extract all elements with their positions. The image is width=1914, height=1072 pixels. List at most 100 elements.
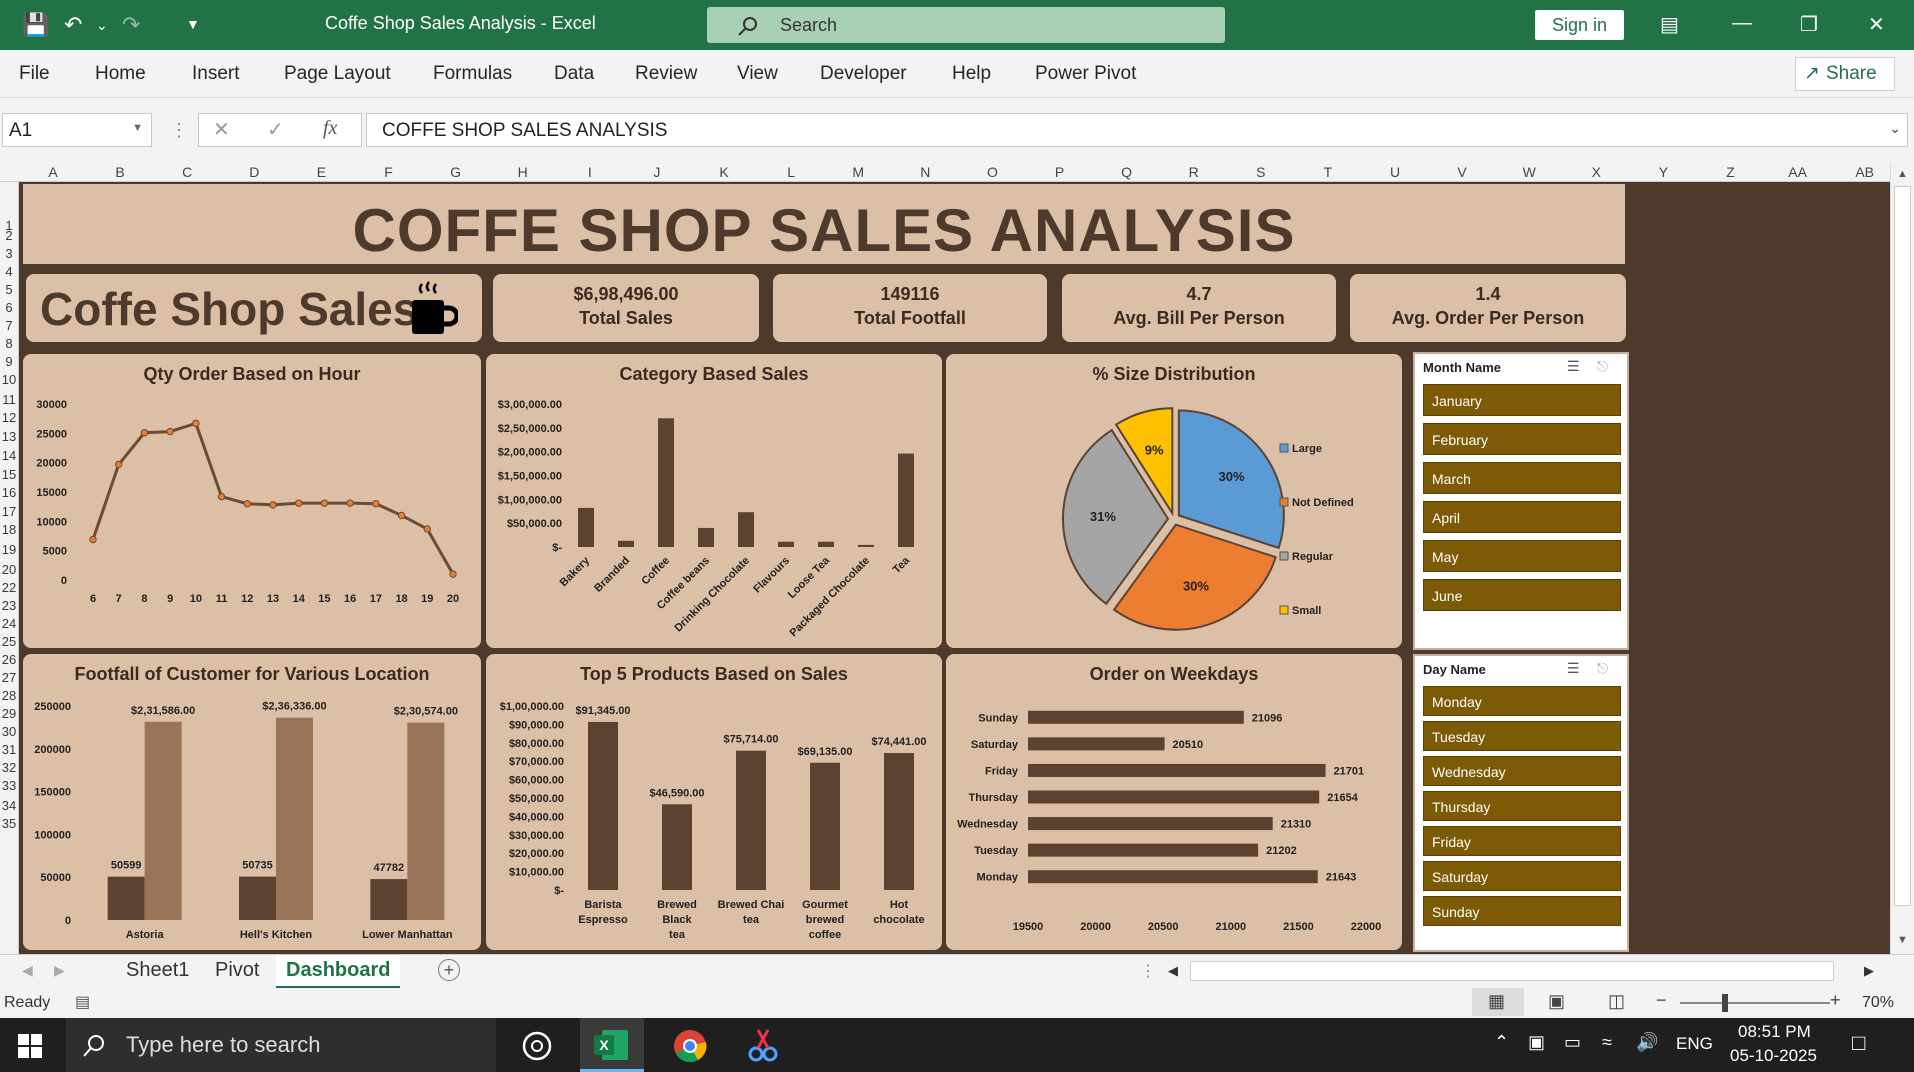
row-header-17[interactable]: 17 — [0, 504, 18, 519]
column-header-u[interactable]: U — [1365, 164, 1425, 180]
tab-sheet1[interactable]: Sheet1 — [126, 959, 189, 982]
tab-scroll-right-icon[interactable]: ▶ — [54, 962, 65, 979]
row-header-20[interactable]: 20 — [0, 562, 18, 577]
row-header-4[interactable]: 4 — [0, 264, 18, 279]
vertical-scrollbar[interactable]: ▲ ▼ — [1890, 162, 1914, 954]
volume-icon[interactable]: 🔊 — [1636, 1032, 1658, 1053]
name-box[interactable]: A1 ▼ — [2, 113, 152, 147]
column-header-n[interactable]: N — [895, 164, 955, 180]
menu-data[interactable]: Data — [554, 63, 594, 85]
row-header-5[interactable]: 5 — [0, 282, 18, 297]
save-icon[interactable]: 💾 — [22, 12, 49, 38]
row-header-30[interactable]: 30 — [0, 724, 18, 739]
search-box[interactable]: Search — [707, 7, 1225, 43]
slicer-item-june[interactable]: June — [1423, 579, 1621, 611]
menu-insert[interactable]: Insert — [192, 63, 240, 85]
column-header-h[interactable]: H — [493, 164, 553, 180]
column-header-t[interactable]: T — [1298, 164, 1358, 180]
column-header-s[interactable]: S — [1231, 164, 1291, 180]
accessibility-icon[interactable]: ▤ — [75, 992, 90, 1012]
row-header-7[interactable]: 7 — [0, 318, 18, 333]
clock-date[interactable]: 05-10-2025 — [1730, 1046, 1817, 1066]
column-header-e[interactable]: E — [291, 164, 351, 180]
multi-select-icon[interactable]: ☰ — [1567, 358, 1580, 375]
tab-pivot[interactable]: Pivot — [215, 959, 259, 982]
chrome-icon[interactable] — [672, 1028, 708, 1064]
restore-icon[interactable]: ❐ — [1800, 12, 1818, 37]
insert-function-icon[interactable]: fx — [323, 117, 337, 140]
page-break-icon[interactable]: ◫ — [1608, 991, 1625, 1012]
enter-icon[interactable]: ✓ — [267, 117, 284, 142]
excel-taskbar-button[interactable]: X — [580, 1018, 644, 1072]
chart-card-category[interactable]: Category Based Sales $3,00,000.00 $2,50,0… — [484, 352, 944, 650]
notifications-icon[interactable]: □ — [1852, 1030, 1865, 1056]
chart-card-size[interactable]: % Size Distribution 30% 30% 31% 9% Large Not … — [944, 352, 1404, 650]
column-header-g[interactable]: G — [426, 164, 486, 180]
zoom-level[interactable]: 70% — [1862, 994, 1894, 1012]
row-header-13[interactable]: 13 — [0, 429, 18, 444]
menu-review[interactable]: Review — [635, 63, 697, 85]
tab-dashboard[interactable]: Dashboard — [276, 955, 401, 989]
ribbon-display-icon[interactable]: ▤ — [1660, 12, 1679, 37]
clear-filter-icon[interactable]: ⎋ — [1597, 358, 1608, 375]
column-header-a[interactable]: A — [23, 164, 83, 180]
row-header-34[interactable]: 34 — [0, 798, 18, 813]
row-header-18[interactable]: 18 — [0, 522, 18, 537]
customize-quick-access-icon[interactable]: ▼ — [186, 16, 200, 32]
column-header-q[interactable]: Q — [1097, 164, 1157, 180]
language-indicator[interactable]: ENG — [1676, 1034, 1713, 1054]
hscroll-left-icon[interactable]: ◀ — [1168, 963, 1178, 979]
name-box-dropdown-icon[interactable]: ▼ — [132, 122, 143, 134]
multi-select-icon[interactable]: ☰ — [1567, 660, 1580, 677]
clear-filter-icon[interactable]: ⎋ — [1597, 660, 1608, 677]
slicer-item-may[interactable]: May — [1423, 540, 1621, 572]
column-header-aa[interactable]: AA — [1768, 164, 1828, 180]
tab-scroll-left-icon[interactable]: ◀ — [22, 962, 33, 979]
clock-time[interactable]: 08:51 PM — [1738, 1022, 1811, 1042]
chart-card-footfall[interactable]: Footfall of Customer for Various Locatio… — [21, 652, 483, 952]
column-header-l[interactable]: L — [761, 164, 821, 180]
column-header-ab[interactable]: AB — [1835, 164, 1895, 180]
column-header-z[interactable]: Z — [1701, 164, 1761, 180]
row-header-31[interactable]: 31 — [0, 742, 18, 757]
column-header-b[interactable]: B — [90, 164, 150, 180]
column-header-r[interactable]: R — [1164, 164, 1224, 180]
column-header-d[interactable]: D — [224, 164, 284, 180]
slicer-item-april[interactable]: April — [1423, 501, 1621, 533]
menu-view[interactable]: View — [737, 63, 778, 85]
slicer-item-thursday[interactable]: Thursday — [1423, 791, 1621, 821]
row-header-3[interactable]: 3 — [0, 246, 18, 261]
battery-icon[interactable]: ▭ — [1564, 1032, 1581, 1053]
row-header-22[interactable]: 22 — [0, 580, 18, 595]
wifi-icon[interactable]: ≈ — [1602, 1032, 1612, 1053]
zoom-in-icon[interactable]: + — [1830, 990, 1841, 1011]
page-layout-icon[interactable]: ▣ — [1548, 991, 1565, 1012]
hscroll-right-icon[interactable]: ▶ — [1864, 963, 1874, 979]
row-header-28[interactable]: 28 — [0, 688, 18, 703]
menu-power-pivot[interactable]: Power Pivot — [1035, 63, 1136, 85]
column-header-o[interactable]: O — [962, 164, 1022, 180]
chart-card-weekday[interactable]: Order on Weekdays Sunday 21096 Saturday 205… — [944, 652, 1404, 952]
slicer-item-friday[interactable]: Friday — [1423, 826, 1621, 856]
share-button[interactable]: ↗ Share — [1795, 57, 1895, 91]
scroll-up-icon[interactable]: ▲ — [1897, 168, 1908, 180]
redo-icon[interactable]: ↷ — [122, 12, 140, 38]
menu-page-layout[interactable]: Page Layout — [284, 63, 391, 85]
column-header-x[interactable]: X — [1566, 164, 1626, 180]
slicer-item-january[interactable]: January — [1423, 384, 1621, 416]
scroll-thumb[interactable] — [1894, 186, 1911, 906]
column-header-c[interactable]: C — [157, 164, 217, 180]
row-header-6[interactable]: 6 — [0, 300, 18, 315]
minimize-icon[interactable]: — — [1732, 12, 1752, 35]
column-header-m[interactable]: M — [828, 164, 888, 180]
row-header-14[interactable]: 14 — [0, 448, 18, 463]
chart-card-hour[interactable]: Qty Order Based on Hour 30000 25000 20000 1… — [21, 352, 483, 650]
column-header-p[interactable]: P — [1030, 164, 1090, 180]
expand-formula-icon[interactable]: ⌄ — [1889, 120, 1901, 137]
row-header-10[interactable]: 10 — [0, 372, 18, 387]
slicer-item-wednesday[interactable]: Wednesday — [1423, 756, 1621, 786]
taskbar-search[interactable]: Type here to search — [66, 1018, 496, 1072]
column-header-w[interactable]: W — [1499, 164, 1559, 180]
snipping-tool-icon[interactable] — [746, 1028, 780, 1064]
row-header-8[interactable]: 8 — [0, 336, 18, 351]
